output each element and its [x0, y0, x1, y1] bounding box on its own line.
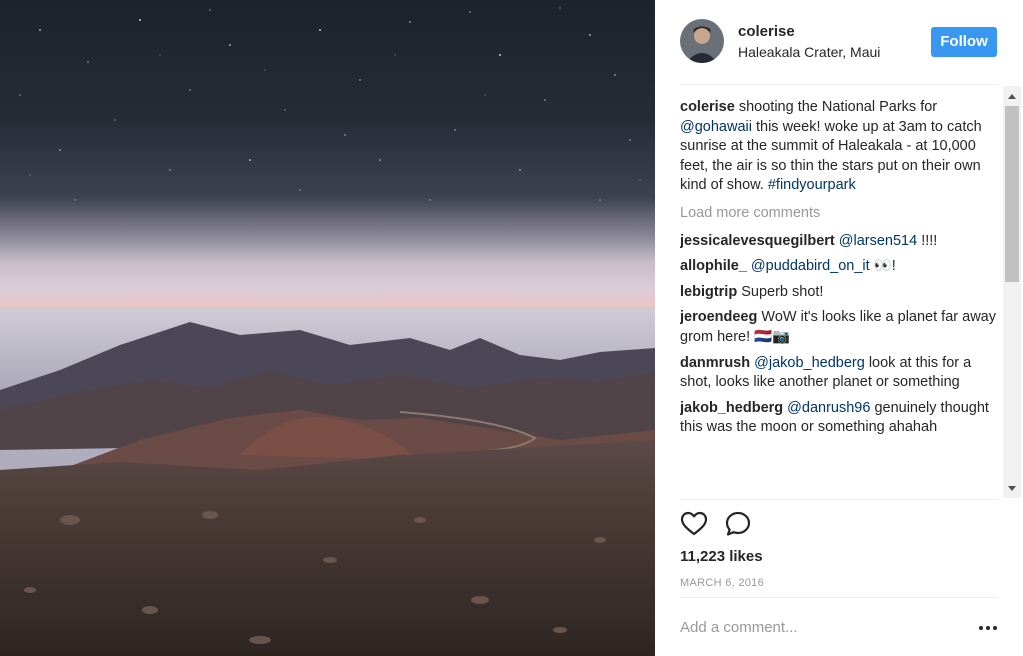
comment-mention[interactable]: @puddabird_on_it — [751, 258, 870, 274]
comment-item: lebigtrip Superb shot! — [680, 283, 1000, 303]
post-sidebar: colerise Haleakala Crater, Maui Follow c… — [655, 0, 1023, 656]
more-options-icon[interactable] — [977, 620, 999, 636]
comment-item: jessicalevesquegilbert @larsen514 !!!! — [680, 232, 1000, 252]
comment-text: !!!! — [917, 232, 938, 249]
comment-username[interactable]: jessicalevesquegilbert — [680, 233, 835, 249]
post-caption: colerise shooting the National Parks for… — [680, 98, 1000, 196]
heart-icon[interactable] — [680, 510, 710, 540]
comment-username[interactable]: lebigtrip — [680, 284, 737, 300]
divider — [680, 499, 998, 500]
caption-username[interactable]: colerise — [680, 99, 735, 115]
comment-username[interactable]: jakob_hedberg — [680, 400, 783, 416]
comment-username[interactable]: jeroendeeg — [680, 309, 757, 325]
post-date[interactable]: MARCH 6, 2016 — [680, 577, 764, 589]
avatar[interactable] — [680, 19, 724, 63]
scrollbar-thumb[interactable] — [1005, 106, 1019, 282]
post-header: colerise Haleakala Crater, Maui Follow — [655, 0, 1023, 84]
comment-username[interactable]: danmrush — [680, 355, 750, 371]
divider — [680, 597, 998, 598]
post-photo[interactable] — [0, 0, 655, 656]
comment-mention[interactable]: @larsen514 — [839, 233, 917, 249]
add-comment-input[interactable] — [680, 615, 960, 639]
comments-list[interactable]: colerise shooting the National Parks for… — [680, 98, 1000, 500]
post-username[interactable]: colerise — [738, 23, 795, 40]
load-more-comments-link[interactable]: Load more comments — [680, 204, 1000, 224]
scroll-down-arrow-icon[interactable] — [1008, 486, 1016, 491]
comments-scrollbar[interactable] — [1003, 86, 1021, 498]
comment-item: jakob_hedberg @danrush96 genuinely thoug… — [680, 399, 1000, 438]
comment-text: Superb shot! — [741, 283, 824, 300]
comment-text: 👀! — [869, 258, 896, 275]
avatar-image — [680, 19, 724, 63]
divider — [680, 84, 998, 85]
caption-text: shooting the National Parks for — [734, 99, 938, 115]
likes-count[interactable]: 11,223 likes — [680, 548, 763, 565]
comment-username[interactable]: allophile_ — [680, 258, 747, 274]
post-location[interactable]: Haleakala Crater, Maui — [738, 44, 880, 60]
comment-item: danmrush @jakob_hedberg look at this for… — [680, 354, 1000, 393]
follow-button[interactable]: Follow — [931, 27, 997, 57]
comment-mention[interactable]: @danrush96 — [787, 400, 870, 416]
caption-mention[interactable]: @gohawaii — [680, 119, 752, 135]
comment-bubble-icon[interactable] — [724, 510, 754, 540]
scroll-up-arrow-icon[interactable] — [1008, 94, 1016, 99]
comment-item: allophile_ @puddabird_on_it 👀! — [680, 257, 1000, 277]
photo-image — [0, 0, 655, 656]
comment-mention[interactable]: @jakob_hedberg — [754, 355, 865, 371]
comment-item: jeroendeeg WoW it's looks like a planet … — [680, 308, 1000, 347]
caption-hashtag[interactable]: #findyourpark — [768, 177, 856, 193]
